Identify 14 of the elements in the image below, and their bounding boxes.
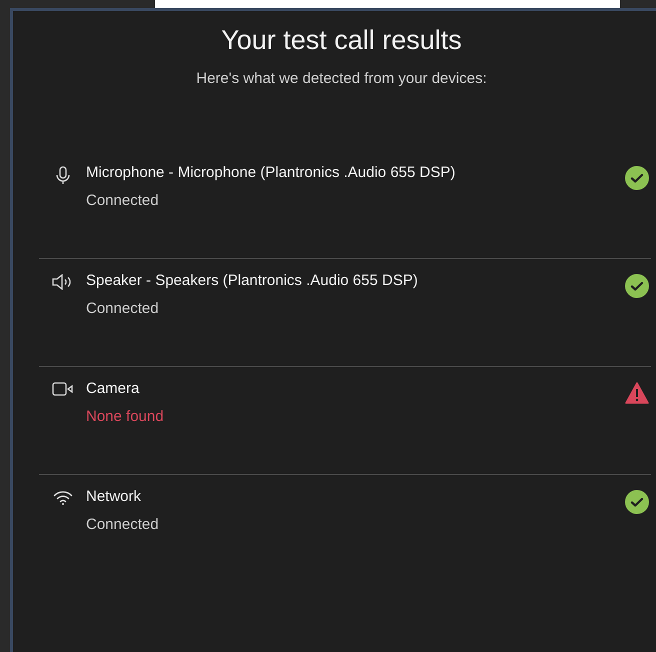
speaker-icon [52, 274, 74, 290]
device-status: Connected [86, 300, 160, 317]
network-icon [52, 490, 72, 506]
device-name: Speaker - Speakers (Plantronics .Audio 655 DSP) [86, 272, 419, 289]
camera-icon [52, 382, 74, 396]
dialog-title: Your test call results [221, 25, 462, 56]
device-status: None found [86, 408, 165, 425]
device-name: Microphone - Microphone (Plantronics .Audio 655 DSP) [86, 164, 456, 181]
device-name: Camera [86, 380, 140, 397]
device-status: Connected [86, 192, 160, 209]
device-name: Network [86, 488, 142, 505]
microphone-icon [54, 166, 70, 186]
device-status: Connected [86, 516, 160, 533]
dialog-subtitle: Here's what we detected from your devices: [196, 70, 487, 87]
